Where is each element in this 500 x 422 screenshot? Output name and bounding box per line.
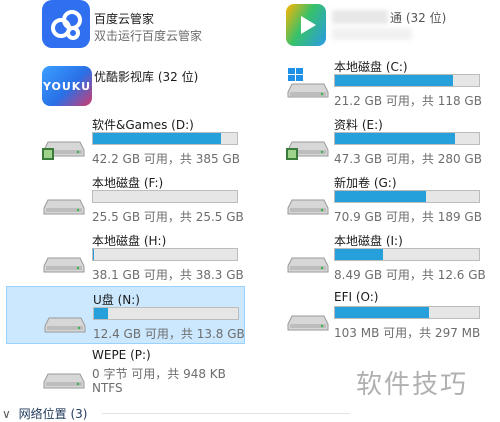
capacity-fill <box>94 308 109 319</box>
drive-tile-d[interactable]: 软件&Games (D:) 42.2 GB 可用，共 385 GB <box>38 114 248 166</box>
drive-info: 12.4 GB 可用，共 13.8 GB <box>93 327 245 341</box>
drive-name: EFI (O:) <box>334 290 379 304</box>
drive-icon <box>286 186 330 224</box>
drive-name: WEPE (P:) <box>92 348 151 362</box>
drive-tile-i[interactable]: 本地磁盘 (I:) 8.49 GB 可用，共 12.6 GB <box>282 230 486 282</box>
drive-tile-n[interactable]: U盘 (N:) 12.4 GB 可用，共 13.8 GB <box>6 286 245 344</box>
drive-name: 本地磁盘 (C:) <box>334 60 408 74</box>
app-tile-qq-video[interactable]: 通 (32 位) <box>282 0 482 50</box>
app-name: 通 (32 位) <box>390 11 447 25</box>
drive-icon <box>42 360 86 398</box>
chevron-down-icon: ∨ <box>2 407 11 421</box>
drive-name: 本地磁盘 (F:) <box>92 176 164 190</box>
drive-info: 25.5 GB 可用，共 25.5 GB <box>92 210 244 224</box>
capacity-fill <box>93 249 94 260</box>
capacity-bar <box>334 248 480 261</box>
drive-icon <box>286 302 330 340</box>
drive-info: 42.2 GB 可用，共 385 GB <box>92 152 240 166</box>
capacity-bar <box>92 132 238 145</box>
capacity-fill <box>335 75 454 86</box>
app-name: 优酷影视库 (32 位) <box>94 70 199 84</box>
shared-drive-icon <box>286 128 330 166</box>
drive-info: 103 MB 可用，共 297 MB <box>334 326 481 340</box>
drive-name: 软件&Games (D:) <box>92 118 194 132</box>
youku-icon: YOUKU <box>42 66 92 106</box>
drive-info: 8.49 GB 可用，共 12.6 GB <box>334 268 486 282</box>
youku-logo-text: YOUKU <box>42 79 92 93</box>
capacity-fill <box>335 249 383 260</box>
drive-tile-c[interactable]: 本地磁盘 (C:) 21.2 GB 可用，共 118 GB <box>282 56 482 108</box>
capacity-bar <box>334 306 480 319</box>
capacity-bar <box>92 190 238 203</box>
section-divider <box>102 413 350 414</box>
drive-info: 38.1 GB 可用，共 38.3 GB <box>92 268 244 282</box>
app-tile-baidu[interactable]: 百度云管家 双击运行百度云管家 <box>38 0 238 50</box>
drive-icon <box>42 186 86 224</box>
drive-info: 21.2 GB 可用，共 118 GB <box>334 94 482 108</box>
capacity-fill <box>335 191 426 202</box>
drive-name: 本地磁盘 (I:) <box>334 234 403 248</box>
capacity-bar <box>334 74 480 87</box>
capacity-bar <box>334 190 480 203</box>
drive-filesystem: NTFS <box>92 381 123 395</box>
drive-info: 0 字节 可用，共 948 KB <box>92 367 226 381</box>
capacity-fill <box>93 133 222 144</box>
network-section-header[interactable]: ∨ 网络位置 (3) <box>2 405 87 422</box>
drive-tile-f[interactable]: 本地磁盘 (F:) 25.5 GB 可用，共 25.5 GB <box>38 172 248 224</box>
drive-tile-e[interactable]: 资料 (E:) 47.3 GB 可用，共 280 GB <box>282 114 482 166</box>
shared-drive-icon <box>42 128 86 166</box>
watermark: 软件技巧 <box>356 370 469 400</box>
capacity-fill <box>335 133 455 144</box>
app-subtitle: 双击运行百度云管家 <box>94 29 203 43</box>
capacity-bar <box>92 248 238 261</box>
drive-tile-o[interactable]: EFI (O:) 103 MB 可用，共 297 MB <box>282 288 482 340</box>
section-label: 网络位置 (3) <box>18 407 88 421</box>
drive-name: U盘 (N:) <box>93 293 140 307</box>
windows-drive-icon <box>286 66 330 104</box>
blurred-app-subtitle <box>332 28 412 40</box>
drive-tile-g[interactable]: 新加卷 (G:) 70.9 GB 可用，共 189 GB <box>282 172 482 224</box>
capacity-fill <box>335 307 429 318</box>
capacity-bar <box>93 307 239 320</box>
usb-drive-icon <box>43 304 87 342</box>
drive-icon <box>42 244 86 282</box>
drive-name: 新加卷 (G:) <box>334 176 397 190</box>
drive-icon <box>286 244 330 282</box>
drive-name: 资料 (E:) <box>334 118 383 132</box>
capacity-bar <box>334 132 480 145</box>
drive-info: 47.3 GB 可用，共 280 GB <box>334 152 482 166</box>
blurred-app-name <box>332 10 388 24</box>
qq-video-icon <box>286 4 326 46</box>
drive-name: 本地磁盘 (H:) <box>92 234 167 248</box>
drive-tile-h[interactable]: 本地磁盘 (H:) 38.1 GB 可用，共 38.3 GB <box>38 230 248 282</box>
app-name: 百度云管家 <box>94 12 155 26</box>
baidu-cloud-icon <box>42 0 90 48</box>
drive-info: 70.9 GB 可用，共 189 GB <box>334 210 482 224</box>
drive-tile-p[interactable]: WEPE (P:) 0 字节 可用，共 948 KB NTFS <box>38 344 248 400</box>
app-tile-youku[interactable]: YOUKU 优酷影视库 (32 位) <box>38 58 248 108</box>
